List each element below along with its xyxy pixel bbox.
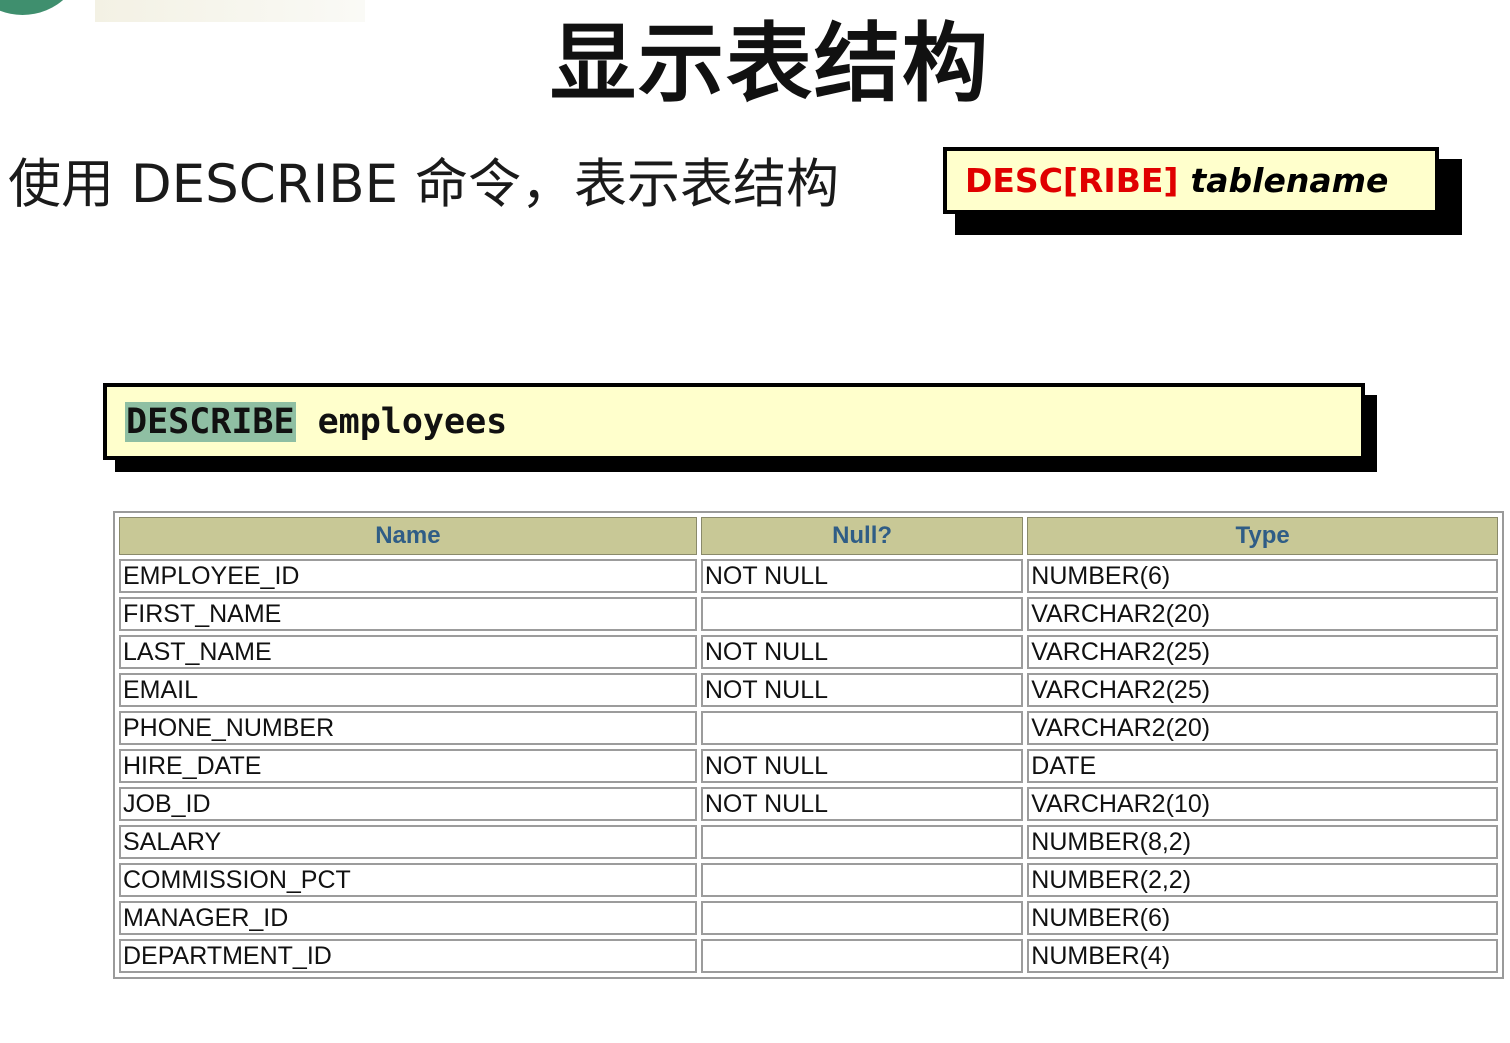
column-header-null: Null? — [700, 517, 1024, 555]
cell-name: HIRE_DATE — [119, 749, 697, 783]
table-row: SALARY NUMBER(8,2) — [119, 825, 1498, 859]
cell-type: VARCHAR2(25) — [1027, 673, 1498, 707]
cell-null — [700, 863, 1024, 897]
command-argument: employees — [317, 401, 508, 442]
cell-null — [700, 901, 1024, 935]
syntax-parameter: tablename — [1190, 161, 1389, 200]
cell-type: NUMBER(6) — [1027, 901, 1498, 935]
command-keyword: DESCRIBE — [125, 401, 296, 442]
table-row: EMAIL NOT NULL VARCHAR2(25) — [119, 673, 1498, 707]
cell-type: VARCHAR2(10) — [1027, 787, 1498, 821]
table-row: JOB_ID NOT NULL VARCHAR2(10) — [119, 787, 1498, 821]
syntax-box: DESC[RIBE] tablename — [943, 147, 1439, 214]
cell-null — [700, 711, 1024, 745]
table-row: PHONE_NUMBER VARCHAR2(20) — [119, 711, 1498, 745]
cell-name: DEPARTMENT_ID — [119, 939, 697, 973]
logo-emblem — [0, 0, 85, 15]
subtitle: 使用 DESCRIBE 命令，表示表结构 — [8, 154, 839, 215]
cell-name: EMPLOYEE_ID — [119, 559, 697, 593]
cell-type: VARCHAR2(20) — [1027, 597, 1498, 631]
cell-null: NOT NULL — [700, 559, 1024, 593]
table-row: EMPLOYEE_ID NOT NULL NUMBER(6) — [119, 559, 1498, 593]
cell-type: VARCHAR2(25) — [1027, 635, 1498, 669]
cell-null: NOT NULL — [700, 673, 1024, 707]
cell-type: DATE — [1027, 749, 1498, 783]
cell-name: SALARY — [119, 825, 697, 859]
describe-result-table: Name Null? Type EMPLOYEE_ID NOT NULL NUM… — [113, 511, 1504, 979]
table-row: COMMISSION_PCT NUMBER(2,2) — [119, 863, 1498, 897]
page-title: 显示表结构 — [550, 14, 990, 114]
cell-null — [700, 939, 1024, 973]
cell-type: NUMBER(2,2) — [1027, 863, 1498, 897]
cell-null — [700, 597, 1024, 631]
cell-name: EMAIL — [119, 673, 697, 707]
table-row: FIRST_NAME VARCHAR2(20) — [119, 597, 1498, 631]
table-row: LAST_NAME NOT NULL VARCHAR2(25) — [119, 635, 1498, 669]
cell-name: MANAGER_ID — [119, 901, 697, 935]
cell-name: COMMISSION_PCT — [119, 863, 697, 897]
cell-null — [700, 825, 1024, 859]
cell-null: NOT NULL — [700, 749, 1024, 783]
cell-type: NUMBER(8,2) — [1027, 825, 1498, 859]
column-header-name: Name — [119, 517, 697, 555]
table-header-row: Name Null? Type — [119, 517, 1498, 555]
cell-type: NUMBER(6) — [1027, 559, 1498, 593]
cell-name: FIRST_NAME — [119, 597, 697, 631]
table-row: HIRE_DATE NOT NULL DATE — [119, 749, 1498, 783]
command-box: DESCRIBE employees — [103, 383, 1365, 460]
syntax-keyword: DESC[RIBE] — [965, 161, 1179, 200]
column-header-type: Type — [1027, 517, 1498, 555]
cell-null: NOT NULL — [700, 787, 1024, 821]
cell-null: NOT NULL — [700, 635, 1024, 669]
cell-name: LAST_NAME — [119, 635, 697, 669]
cell-type: NUMBER(4) — [1027, 939, 1498, 973]
cell-name: PHONE_NUMBER — [119, 711, 697, 745]
cell-type: VARCHAR2(20) — [1027, 711, 1498, 745]
cell-name: JOB_ID — [119, 787, 697, 821]
table-row: DEPARTMENT_ID NUMBER(4) — [119, 939, 1498, 973]
table-row: MANAGER_ID NUMBER(6) — [119, 901, 1498, 935]
